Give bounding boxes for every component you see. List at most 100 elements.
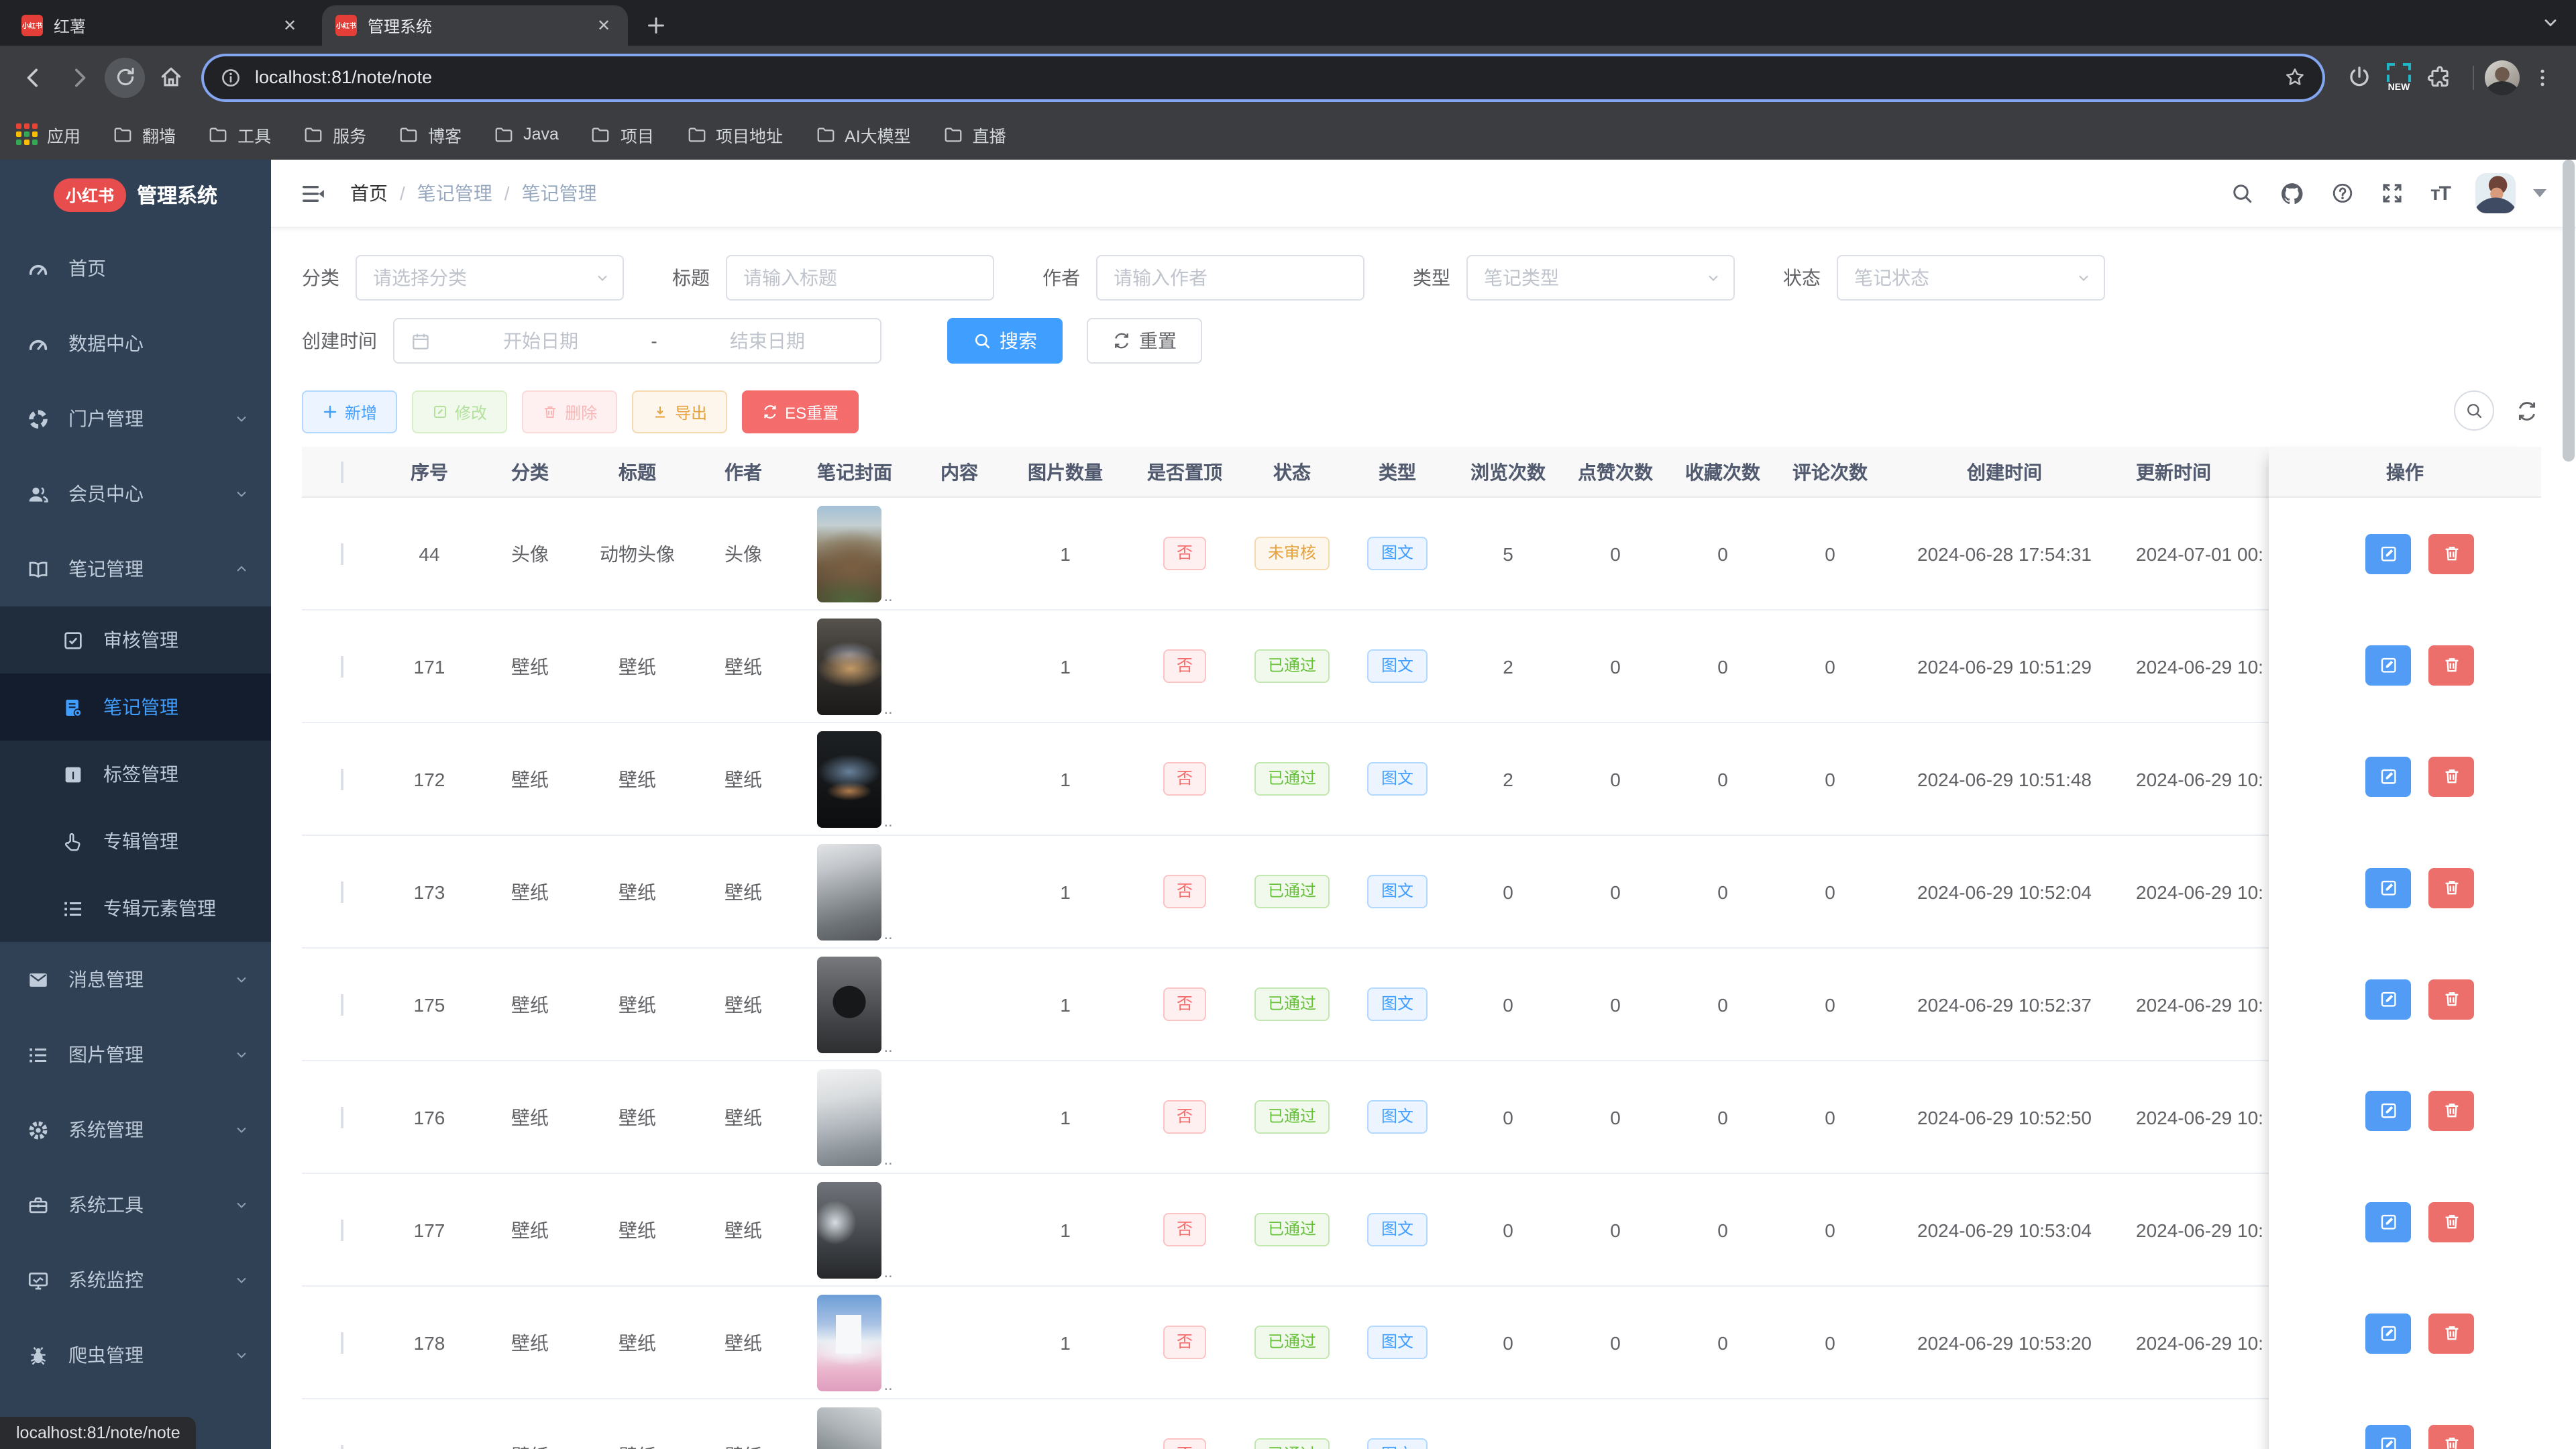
sidebar-item-数据中心[interactable]: 数据中心 — [0, 306, 271, 381]
column-header-收藏次数[interactable]: 收藏次数 — [1669, 458, 1776, 485]
bookmark-folder-item[interactable]: 博客 — [398, 121, 462, 147]
table-search-toggle-icon[interactable] — [2454, 390, 2494, 431]
column-header-浏览次数[interactable]: 浏览次数 — [1454, 458, 1562, 485]
note-cover-image[interactable] — [816, 1181, 881, 1278]
sidebar-item-门户管理[interactable]: 门户管理 — [0, 381, 271, 456]
row-checkbox[interactable] — [341, 994, 343, 1015]
user-avatar[interactable] — [2475, 173, 2516, 213]
column-header-作者[interactable]: 作者 — [691, 458, 796, 485]
browser-tab-2[interactable]: 小红书 管理系统 ✕ — [322, 5, 628, 46]
row-delete-button[interactable] — [2428, 533, 2474, 574]
type-select-input[interactable] — [1468, 267, 1733, 288]
row-edit-button[interactable] — [2365, 1201, 2411, 1242]
type-select[interactable] — [1466, 255, 1735, 301]
sidebar-item-会员中心[interactable]: 会员中心 — [0, 456, 271, 531]
fullscreen-icon[interactable] — [2381, 181, 2405, 205]
note-cover-image[interactable] — [816, 618, 881, 714]
row-checkbox[interactable] — [341, 1332, 343, 1353]
url-text[interactable]: localhost:81/note/note — [255, 67, 2284, 87]
es-reset-button[interactable]: ES重置 — [742, 390, 859, 433]
column-header-点赞次数[interactable]: 点赞次数 — [1562, 458, 1669, 485]
note-cover-image[interactable] — [816, 1407, 881, 1449]
sidebar-item-笔记管理[interactable]: 笔记管理 — [0, 531, 271, 606]
table-refresh-icon[interactable] — [2516, 399, 2538, 422]
sidebar-item-笔记管理[interactable]: 笔记管理 — [0, 674, 271, 741]
scrollbar-thumb[interactable] — [2563, 160, 2575, 462]
add-button[interactable]: 新增 — [302, 390, 398, 433]
browser-profile-avatar[interactable] — [2485, 60, 2520, 95]
end-date-placeholder[interactable]: 结束日期 — [671, 327, 864, 354]
github-icon[interactable] — [2280, 180, 2306, 206]
export-button[interactable]: 导出 — [632, 390, 728, 433]
row-delete-button[interactable] — [2428, 1090, 2474, 1130]
bookmark-folder-item[interactable]: 直播 — [943, 121, 1006, 147]
row-edit-button[interactable] — [2365, 867, 2411, 908]
sidebar-item-消息管理[interactable]: 消息管理 — [0, 942, 271, 1017]
column-header-创建时间[interactable]: 创建时间 — [1884, 458, 2125, 485]
bookmark-apps-item[interactable]: 应用 — [16, 121, 80, 147]
row-edit-button[interactable] — [2365, 645, 2411, 685]
row-checkbox[interactable] — [341, 543, 343, 564]
bookmark-folder-item[interactable]: 项目地址 — [686, 121, 783, 147]
breadcrumb-home[interactable]: 首页 — [350, 180, 388, 207]
column-header-评论次数[interactable]: 评论次数 — [1776, 458, 1884, 485]
forward-button[interactable] — [59, 57, 99, 97]
category-select-input[interactable] — [357, 267, 623, 288]
column-header-图片数量[interactable]: 图片数量 — [1005, 458, 1126, 485]
row-edit-button[interactable] — [2365, 979, 2411, 1019]
sidebar-item-系统工具[interactable]: 系统工具 — [0, 1167, 271, 1242]
column-header-标题[interactable]: 标题 — [584, 458, 691, 485]
column-header-序号[interactable]: 序号 — [382, 458, 476, 485]
sidebar-item-系统管理[interactable]: 系统管理 — [0, 1092, 271, 1167]
sidebar-item-审核管理[interactable]: 审核管理 — [0, 606, 271, 674]
note-cover-image[interactable] — [816, 843, 881, 940]
status-select[interactable] — [1837, 255, 2105, 301]
title-input[interactable] — [726, 255, 994, 301]
row-checkbox[interactable] — [341, 1219, 343, 1240]
row-edit-button[interactable] — [2365, 1424, 2411, 1449]
home-button[interactable] — [150, 57, 191, 97]
extensions-puzzle-icon[interactable] — [2419, 57, 2459, 97]
bookmark-star-icon[interactable] — [2284, 66, 2306, 89]
tab-close-icon[interactable]: ✕ — [593, 15, 614, 36]
sidebar-item-标签管理[interactable]: I 标签管理 — [0, 741, 271, 808]
row-checkbox[interactable] — [341, 768, 343, 790]
sidebar-item-图片管理[interactable]: 图片管理 — [0, 1017, 271, 1092]
browser-tab-1[interactable]: 小红书 红薯 ✕ — [8, 5, 314, 46]
note-cover-image[interactable] — [816, 1294, 881, 1391]
breadcrumb-note-mgmt[interactable]: 笔记管理 — [417, 180, 492, 207]
column-header-是否置顶[interactable]: 是否置顶 — [1126, 458, 1244, 485]
column-header-内容[interactable]: 内容 — [914, 458, 1005, 485]
author-input[interactable] — [1096, 255, 1364, 301]
note-cover-image[interactable] — [816, 731, 881, 827]
page-scrollbar[interactable] — [2563, 160, 2575, 1449]
title-input-field[interactable] — [727, 267, 993, 288]
search-button[interactable]: 搜索 — [947, 318, 1063, 364]
start-date-placeholder[interactable]: 开始日期 — [444, 327, 637, 354]
bookmark-folder-item[interactable]: Java — [494, 124, 559, 144]
row-checkbox[interactable] — [341, 1444, 343, 1449]
header-search-icon[interactable] — [2231, 181, 2255, 205]
row-edit-button[interactable] — [2365, 533, 2411, 574]
column-header-分类[interactable]: 分类 — [476, 458, 584, 485]
note-cover-image[interactable] — [816, 1069, 881, 1165]
sidebar-item-首页[interactable]: 首页 — [0, 231, 271, 306]
url-bar[interactable]: localhost:81/note/note — [204, 56, 2322, 99]
row-checkbox[interactable] — [341, 881, 343, 902]
row-checkbox[interactable] — [341, 1106, 343, 1128]
sidebar-item-专辑管理[interactable]: 专辑管理 — [0, 808, 271, 875]
row-delete-button[interactable] — [2428, 756, 2474, 796]
status-select-input[interactable] — [1838, 267, 2104, 288]
font-size-icon[interactable]: тT — [2430, 182, 2451, 205]
row-delete-button[interactable] — [2428, 1201, 2474, 1242]
user-menu-caret-icon[interactable] — [2533, 189, 2546, 197]
column-header-类型[interactable]: 类型 — [1340, 458, 1454, 485]
new-tab-button[interactable] — [639, 8, 674, 43]
column-header-状态[interactable]: 状态 — [1244, 458, 1340, 485]
sidebar-item-爬虫管理[interactable]: 爬虫管理 — [0, 1318, 271, 1393]
delete-button[interactable]: 删除 — [522, 390, 618, 433]
category-select[interactable] — [356, 255, 624, 301]
date-range-picker[interactable]: 开始日期 - 结束日期 — [393, 318, 881, 364]
new-extension-icon[interactable]: NEW — [2384, 61, 2414, 93]
note-cover-image[interactable] — [816, 505, 881, 602]
